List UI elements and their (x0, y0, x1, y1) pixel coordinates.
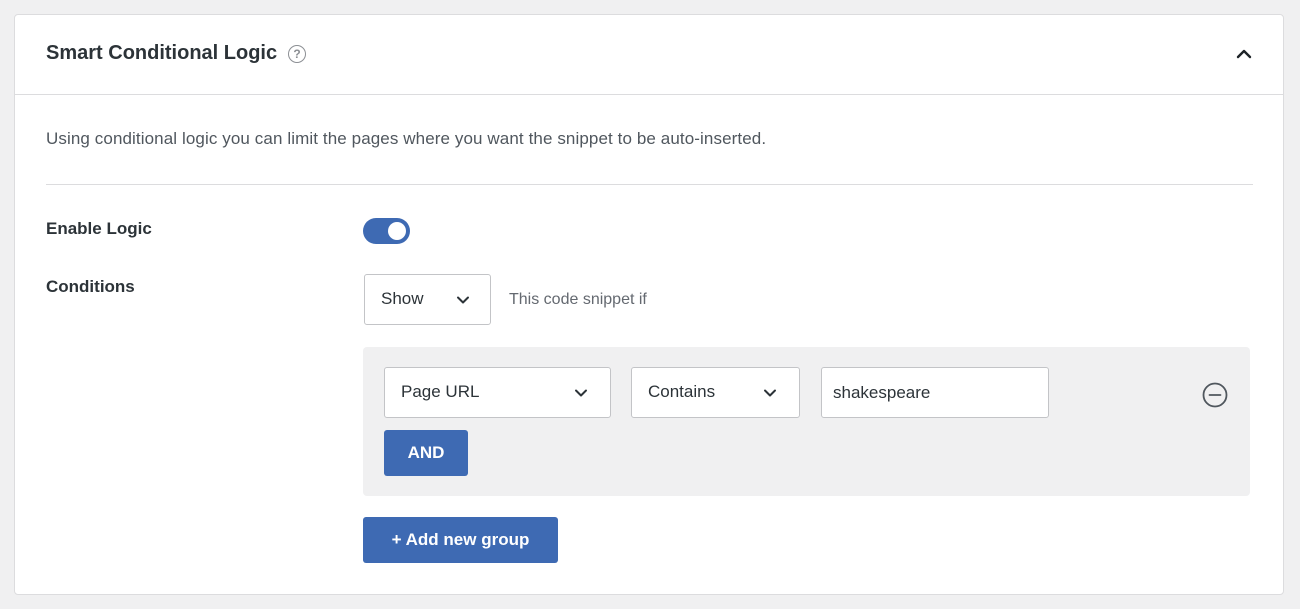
description-text: Using conditional logic you can limit th… (46, 129, 767, 148)
conditions-label: Conditions (46, 277, 135, 296)
condition-type-select[interactable]: Page URL (384, 367, 611, 418)
conditions-hint: This code snippet if (509, 291, 647, 308)
panel-header[interactable]: Smart Conditional Logic ? (15, 15, 1283, 95)
panel-title: Smart Conditional Logic (46, 42, 278, 64)
chevron-down-icon (575, 389, 587, 397)
and-button[interactable]: AND (384, 430, 468, 476)
smart-conditional-logic-panel: Smart Conditional Logic ? Using conditio… (14, 14, 1284, 595)
condition-operator-select[interactable]: Contains (631, 367, 800, 418)
question-circle-icon[interactable]: ? (288, 45, 306, 63)
visibility-select-value: Show (381, 289, 424, 308)
condition-operator-value: Contains (648, 382, 716, 401)
condition-value-input[interactable] (821, 367, 1049, 418)
visibility-select[interactable]: Show (364, 274, 491, 325)
divider (46, 184, 1253, 185)
chevron-up-icon[interactable] (1234, 44, 1254, 64)
add-new-group-button[interactable]: + Add new group (363, 517, 558, 563)
toggle-knob (388, 222, 406, 240)
enable-logic-label: Enable Logic (46, 219, 152, 238)
enable-logic-toggle[interactable] (363, 218, 410, 244)
minus-circle-icon[interactable] (1202, 382, 1228, 408)
condition-type-value: Page URL (401, 382, 480, 401)
chevron-down-icon (764, 389, 776, 397)
chevron-down-icon (457, 296, 469, 304)
